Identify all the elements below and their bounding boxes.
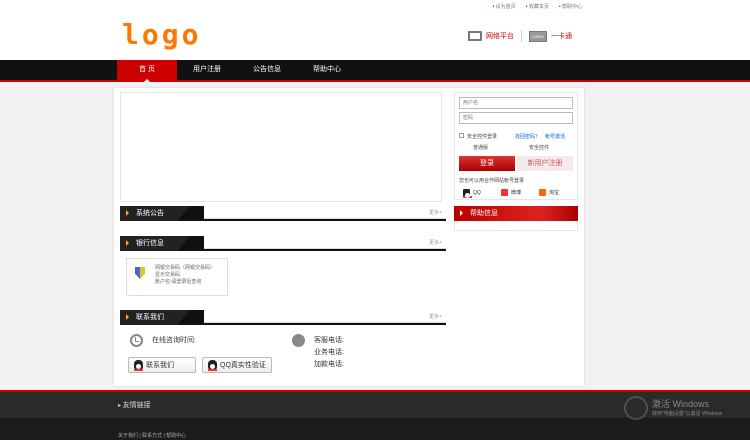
contact-title: 联系我们 [120, 310, 190, 325]
taobao-icon [539, 189, 546, 196]
contact-panel-header: 联系我们 更多+ [120, 310, 446, 325]
login-button[interactable]: 登录 [459, 156, 515, 171]
complaint-phone-label: 加款电话: [314, 361, 344, 368]
qq-verify-label: QQ真实性验证 [220, 362, 266, 369]
bank-line-2: 显示交易码 [155, 272, 181, 278]
nav-announcements[interactable]: 公告信息 [237, 60, 297, 80]
business-phone-label: 业务电话: [314, 349, 344, 356]
windows-activation-watermark: 激活 Windows 转到"电脑设置"以激活 Windows [652, 397, 722, 417]
qq-login-link[interactable]: QQ [463, 189, 481, 198]
phone-icon [292, 334, 305, 347]
announce-more-link[interactable]: 更多+ [429, 209, 442, 216]
contact-more-link[interactable]: 更多+ [429, 313, 442, 320]
card-link[interactable]: 一卡通 [551, 31, 572, 41]
weibo-login-link[interactable]: 微博 [501, 189, 521, 196]
top-links: 设为首页 收藏本页 帮助中心 [493, 3, 582, 10]
contact-us-button[interactable]: 联系我们 [128, 357, 196, 373]
bank-more-link[interactable]: 更多+ [429, 239, 442, 246]
content-wrapper: 系统公告 更多+ 银行信息 更多+ 网银交易码（网银交易码） 显示交易码 账户名… [114, 88, 584, 386]
ext-login-hint: 您也可以用合作网站帐号登录 [459, 178, 525, 184]
banner-area [120, 92, 442, 202]
nav-home[interactable]: 首 页 [117, 60, 177, 82]
service-phone-label: 客服电话: [314, 337, 344, 344]
help-panel-body [454, 221, 578, 231]
logo-text: logo [122, 18, 202, 51]
bank-line-3: 账户名:请登录后查询 [155, 279, 202, 285]
safe-control-option[interactable]: 安全控件 [529, 144, 549, 151]
forgot-password-link[interactable]: 找回密码？ [515, 133, 540, 140]
set-homepage-link[interactable]: 设为首页 [493, 3, 516, 10]
bottom-footer: 关于我们 | 联系方式 | 帮助中心 [0, 418, 750, 440]
help-panel-header: 帮助信息 [454, 206, 578, 221]
header-shortcuts: 网络平台 CARD 一卡通 [468, 30, 572, 42]
username-input[interactable] [459, 97, 573, 109]
announce-title: 系统公告 [120, 206, 190, 221]
bank-line-1: 网银交易码（网银交易码） [155, 265, 216, 271]
login-box: 安全控件登录 找回密码？ 帐号激活 普通版 安全控件 登录 新用户注册 您也可以… [454, 92, 578, 200]
contact-us-label: 联系我们 [146, 362, 174, 369]
safe-login-checkbox[interactable] [459, 133, 464, 138]
bank-panel-header: 银行信息 更多+ [120, 236, 446, 251]
watermark-line-2: 转到"电脑设置"以激活 Windows [652, 411, 723, 417]
bank-info-card[interactable]: 网银交易码（网银交易码） 显示交易码 账户名:请登录后查询 [126, 258, 228, 296]
safe-login-label: 安全控件登录 [467, 134, 498, 140]
activate-account-link[interactable]: 帐号激活 [545, 133, 565, 140]
watermark-line-1: 激活 Windows [652, 399, 710, 409]
netbank-link[interactable]: 网络平台 [486, 31, 514, 41]
friend-links-label[interactable]: 友情链接 [118, 400, 151, 410]
divider [521, 30, 522, 42]
top-header: 设为首页 收藏本页 帮助中心 logo 网络平台 CARD 一卡通 [0, 0, 750, 60]
footer-links[interactable]: 关于我们 | 联系方式 | 帮助中心 [118, 432, 186, 439]
help-center-link[interactable]: 帮助中心 [559, 3, 582, 10]
register-button[interactable]: 新用户注册 [517, 156, 573, 171]
password-input[interactable] [459, 112, 573, 124]
plain-mode-option[interactable]: 普通版 [473, 144, 488, 151]
card-icon: CARD [529, 30, 547, 42]
qq-penguin-icon [208, 360, 217, 371]
nav-help[interactable]: 帮助中心 [297, 60, 357, 80]
qq-penguin-icon [134, 360, 143, 371]
nav-register[interactable]: 用户注册 [177, 60, 237, 80]
monitor-icon [468, 31, 482, 41]
weibo-icon [501, 189, 508, 196]
announce-panel-header: 系统公告 更多+ [120, 206, 446, 221]
logo[interactable]: logo [122, 18, 202, 52]
bookmark-link[interactable]: 收藏本页 [526, 3, 549, 10]
shield-icon [135, 267, 145, 279]
key-icon [624, 396, 648, 420]
qq-verify-button[interactable]: QQ真实性验证 [202, 357, 272, 373]
main-nav: 首 页 用户注册 公告信息 帮助中心 [0, 60, 750, 82]
help-title: 帮助信息 [470, 210, 498, 217]
online-time-label: 在线咨询时间: [152, 337, 196, 344]
other-login-link[interactable]: 淘宝 [539, 189, 559, 196]
qq-icon [463, 189, 472, 198]
bank-title: 银行信息 [120, 236, 190, 251]
clock-icon [130, 334, 143, 347]
